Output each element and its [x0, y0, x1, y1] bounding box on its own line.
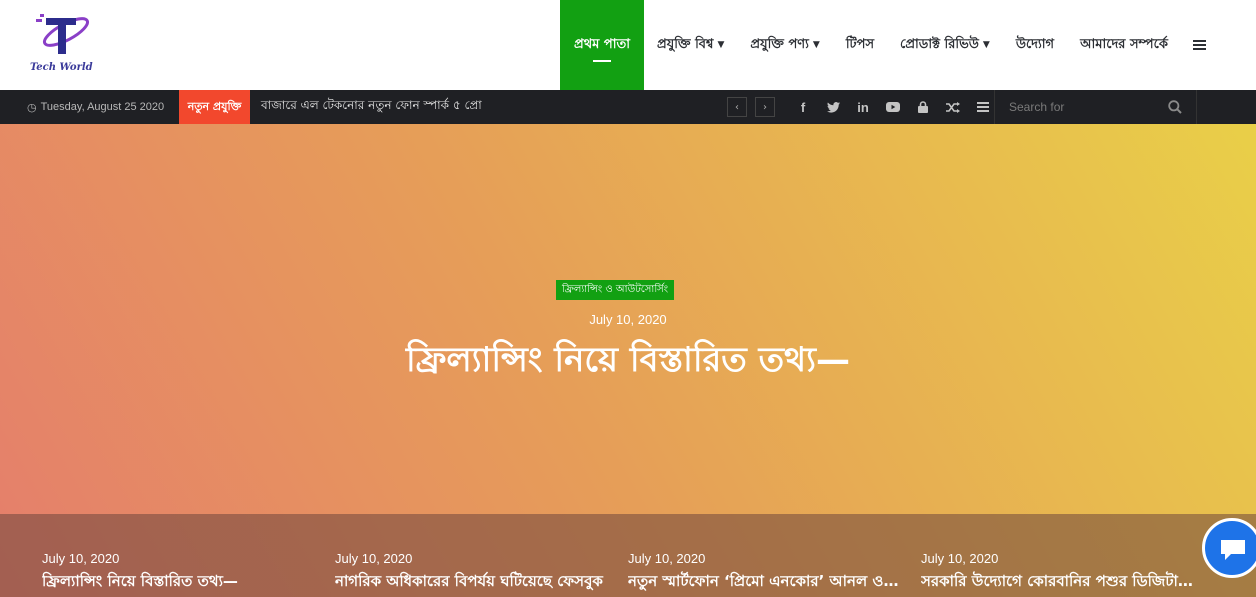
chat-widget-button[interactable] — [1202, 518, 1256, 578]
social-links: f in — [788, 90, 998, 124]
clock-icon: ◷ — [27, 101, 37, 114]
nav-item-about-us[interactable]: আমাদের সম্পর্কে — [1067, 0, 1181, 90]
site-header: Tech World প্রথম পাতা প্রযুক্তি বিশ্ব ▼ প… — [0, 0, 1256, 90]
chevron-left-icon: ‹ — [735, 101, 739, 113]
logo-icon — [36, 14, 90, 54]
post-title[interactable]: নতুন স্মার্টফোন ‘প্রিমো এনকোর’ আনল ওয়াল… — [628, 570, 900, 595]
nav-item-label: প্রযুক্তি বিশ্ব — [657, 36, 714, 52]
post-title[interactable]: সরকারি উদ্যোগে কোরবানির পশুর ডিজিটাল হাট — [921, 570, 1193, 595]
post-date: July 10, 2020 — [628, 551, 706, 566]
nav-item-label: উদ্যোগ — [1015, 36, 1055, 52]
nav-item-tips[interactable]: টিপস — [833, 0, 887, 90]
breaking-news-label: নতুন প্রযুক্তি — [179, 90, 250, 124]
linkedin-icon[interactable]: in — [848, 90, 878, 124]
chevron-right-icon: › — [763, 101, 767, 113]
current-date: ◷ Tuesday, August 25 2020 — [27, 90, 164, 124]
nav-item-label: আমাদের সম্পর্কে — [1080, 36, 1168, 52]
nav-item-initiative[interactable]: উদ্যোগ — [1003, 0, 1067, 90]
chevron-down-icon: ▼ — [812, 40, 820, 50]
chat-bubble-icon — [1221, 540, 1245, 560]
post-date: July 10, 2020 — [921, 551, 999, 566]
lock-icon[interactable] — [908, 90, 938, 124]
logo-text: Tech World — [30, 62, 93, 73]
youtube-icon[interactable] — [878, 90, 908, 124]
post-date: July 10, 2020 — [335, 551, 413, 566]
hero-date: July 10, 2020 — [589, 312, 667, 327]
hero-title[interactable]: ফ্রিল্যান্সিং নিয়ে বিস্তারিত তথ্য— — [0, 338, 1256, 382]
post-title[interactable]: নাগরিক অধিকারের বিপর্যয় ঘটিয়েছে ফেসবুক — [335, 570, 607, 595]
site-logo[interactable]: Tech World — [28, 10, 98, 78]
ticker-prev-button[interactable]: ‹ — [727, 97, 747, 117]
hamburger-icon[interactable] — [1181, 0, 1218, 90]
post-title[interactable]: ফ্রিল্যান্সিং নিয়ে বিস্তারিত তথ্য— — [42, 570, 314, 595]
nav-item-tech-products[interactable]: প্রযুক্তি পণ্য ▼ — [737, 0, 832, 90]
search-input[interactable] — [995, 90, 1196, 124]
search-icon[interactable] — [1168, 100, 1182, 114]
post-date: July 10, 2020 — [42, 551, 120, 566]
facebook-icon[interactable]: f — [788, 90, 818, 124]
nav-item-label: টিপস — [845, 36, 875, 52]
nav-item-product-review[interactable]: প্রোডাক্ট রিভিউ ▼ — [887, 0, 1003, 90]
ticker-next-button[interactable]: › — [755, 97, 775, 117]
featured-hero: ফ্রিল্যান্সিং ও আউটসোর্সিং July 10, 2020… — [0, 124, 1256, 597]
date-text: Tuesday, August 25 2020 — [40, 101, 165, 113]
top-bar: ◷ Tuesday, August 25 2020 নতুন প্রযুক্তি… — [0, 90, 1256, 124]
nav-item-label: প্রথম পাতা — [574, 36, 630, 52]
chevron-down-icon: ▼ — [982, 40, 990, 50]
chevron-down-icon: ▼ — [717, 40, 725, 50]
main-nav: প্রথম পাতা প্রযুক্তি বিশ্ব ▼ প্রযুক্তি পণ… — [560, 0, 1218, 90]
nav-item-tech-world[interactable]: প্রযুক্তি বিশ্ব ▼ — [644, 0, 737, 90]
twitter-icon[interactable] — [818, 90, 848, 124]
nav-item-label: প্রোডাক্ট রিভিউ — [900, 36, 979, 52]
recent-posts-strip: July 10, 2020 ফ্রিল্যান্সিং নিয়ে বিস্তা… — [0, 514, 1256, 597]
category-badge[interactable]: ফ্রিল্যান্সিং ও আউটসোর্সিং — [556, 280, 675, 300]
nav-item-home[interactable]: প্রথম পাতা — [560, 0, 644, 90]
shuffle-icon[interactable] — [938, 90, 968, 124]
breaking-news-headline[interactable]: বাজারে এল টেকনোর নতুন ফোন স্পার্ক ৫ প্রো — [261, 90, 482, 124]
search-box — [994, 90, 1197, 124]
nav-item-label: প্রযুক্তি পণ্য — [750, 36, 809, 52]
